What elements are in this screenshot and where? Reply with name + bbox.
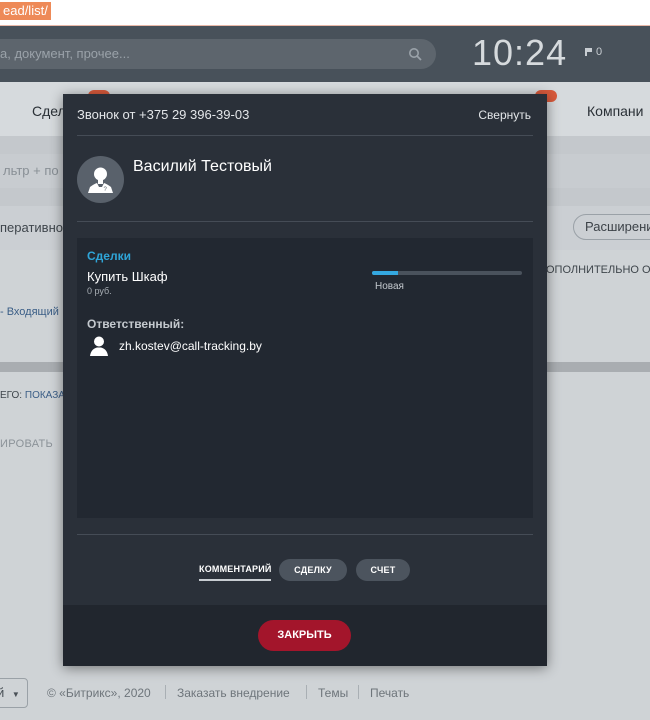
call-card-popup: Звонок от +375 29 396-39-03 Свернуть ? В… [63,94,547,666]
deal-name-link[interactable]: Купить Шкаф [87,269,168,284]
divider [165,685,166,699]
operative-text: перативно [0,220,63,235]
deal-stage-progress [372,271,522,275]
search-field[interactable]: а, документ, прочее... [0,39,436,69]
notifications-counter[interactable]: 0 [585,46,602,58]
more-info-text: ОПОЛНИТЕЛЬНО ОБ [546,264,650,276]
advanced-button[interactable]: Расширени [573,214,650,240]
search-placeholder: а, документ, прочее... [0,46,130,61]
browser-address-bar[interactable]: ead/list/ [0,0,650,26]
filter-text: льтр + по [3,163,59,178]
divider [306,685,307,699]
responsible-email[interactable]: zh.kostev@call-tracking.by [119,339,262,353]
page-footer: й ▼ © «Битрикс», 2020 Заказать внедрение… [0,676,650,712]
language-label: й [0,685,5,700]
responsible-heading: Ответственный: [87,317,185,331]
call-title: Звонок от +375 29 396-39-03 [77,107,250,122]
popup-header: Звонок от +375 29 396-39-03 Свернуть [77,94,533,136]
create-deal-button[interactable]: СДЕЛКУ [279,559,347,581]
caller-avatar-icon: ? [77,156,124,203]
user-icon [90,336,108,356]
edit-action[interactable]: ИРОВАТЬ [0,438,53,450]
copyright: © «Битрикс», 2020 [47,686,151,700]
menu-item-companies[interactable]: Компани [587,103,644,119]
divider [77,534,533,535]
themes-link[interactable]: Темы [318,686,348,700]
deal-stage-progress-fill [372,271,398,275]
caller-section: ? Василий Тестовый [77,136,533,222]
crm-info-panel: Сделки Купить Шкаф 0 руб. Новая Ответств… [77,238,533,518]
deal-stage: Новая [375,281,404,292]
total-label: ЕГО: [0,390,23,401]
deal-sum: 0 руб. [87,286,112,296]
flag-icon [585,48,592,56]
chevron-down-icon: ▼ [11,690,20,699]
incoming-link[interactable]: - Входящий [0,306,59,318]
caller-name[interactable]: Василий Тестовый [133,158,272,176]
create-invoice-button[interactable]: СЧЕТ [356,559,410,581]
flag-count: 0 [596,46,603,58]
print-link[interactable]: Печать [370,686,409,700]
order-implementation-link[interactable]: Заказать внедрение [177,686,290,700]
clock: 10:24 [472,32,568,73]
address-url[interactable]: ead/list/ [0,2,51,20]
top-bar: а, документ, прочее... 10:24 0 [0,26,650,82]
collapse-button[interactable]: Свернуть [478,108,531,122]
close-button[interactable]: ЗАКРЫТЬ [258,620,351,651]
menu-item-deals[interactable]: Сдел [32,103,66,119]
tab-comment[interactable]: КОММЕНТАРИЙ [199,559,271,581]
language-select[interactable]: й ▼ [0,678,28,708]
divider [358,685,359,699]
popup-footer: ЗАКРЫТЬ [63,605,547,666]
search-icon[interactable] [408,47,422,61]
total-row: ЕГО: ПОКАЗА [0,390,65,401]
deals-heading: Сделки [87,249,131,263]
show-total-link[interactable]: ПОКАЗА [25,390,65,401]
